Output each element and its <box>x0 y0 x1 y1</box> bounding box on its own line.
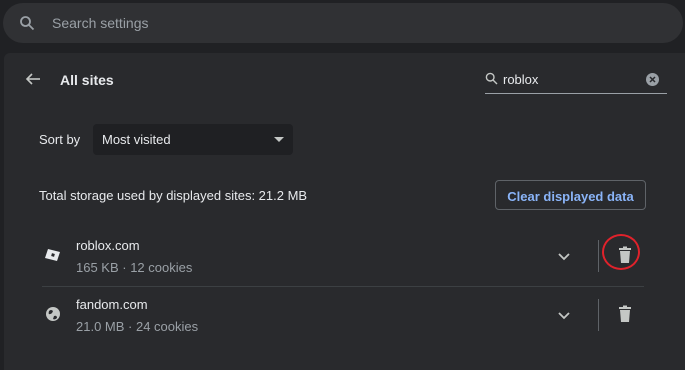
site-filter-input[interactable]: roblox <box>503 72 538 87</box>
site-details: 165 KB · 12 cookies <box>76 260 193 275</box>
trash-icon[interactable] <box>617 305 633 323</box>
search-settings-bar[interactable]: Search settings <box>3 3 683 43</box>
all-sites-card: All sites roblox Sort by Most visited To… <box>4 53 685 370</box>
roblox-favicon-icon <box>45 249 60 261</box>
site-domain[interactable]: fandom.com <box>76 297 148 312</box>
annotation-circle <box>602 234 640 270</box>
chevron-down-icon <box>274 137 284 142</box>
expand-chevron-icon[interactable] <box>555 306 573 324</box>
search-icon <box>485 72 498 85</box>
site-row[interactable]: fandom.com 21.0 MB · 24 cookies <box>42 286 644 343</box>
divider <box>598 240 599 272</box>
site-details: 21.0 MB · 24 cookies <box>76 319 199 334</box>
storage-summary: Total storage used by displayed sites: 2… <box>39 188 308 203</box>
search-input[interactable]: Search settings <box>52 15 149 31</box>
expand-chevron-icon[interactable] <box>555 247 573 265</box>
clear-search-icon[interactable] <box>646 73 659 86</box>
sort-select[interactable]: Most visited <box>93 124 293 155</box>
page-title: All sites <box>60 72 114 88</box>
search-icon <box>20 16 35 31</box>
sort-selected-value: Most visited <box>102 132 171 147</box>
site-domain[interactable]: roblox.com <box>76 238 140 253</box>
back-arrow-icon[interactable] <box>24 70 42 88</box>
site-filter[interactable]: roblox <box>485 69 667 94</box>
site-row[interactable]: roblox.com 165 KB · 12 cookies <box>42 228 644 284</box>
clear-displayed-data-button[interactable]: Clear displayed data <box>495 180 646 210</box>
globe-icon <box>46 307 60 321</box>
settings-header: Search settings <box>0 0 685 50</box>
sort-by-label: Sort by <box>39 132 81 147</box>
divider <box>598 299 599 331</box>
